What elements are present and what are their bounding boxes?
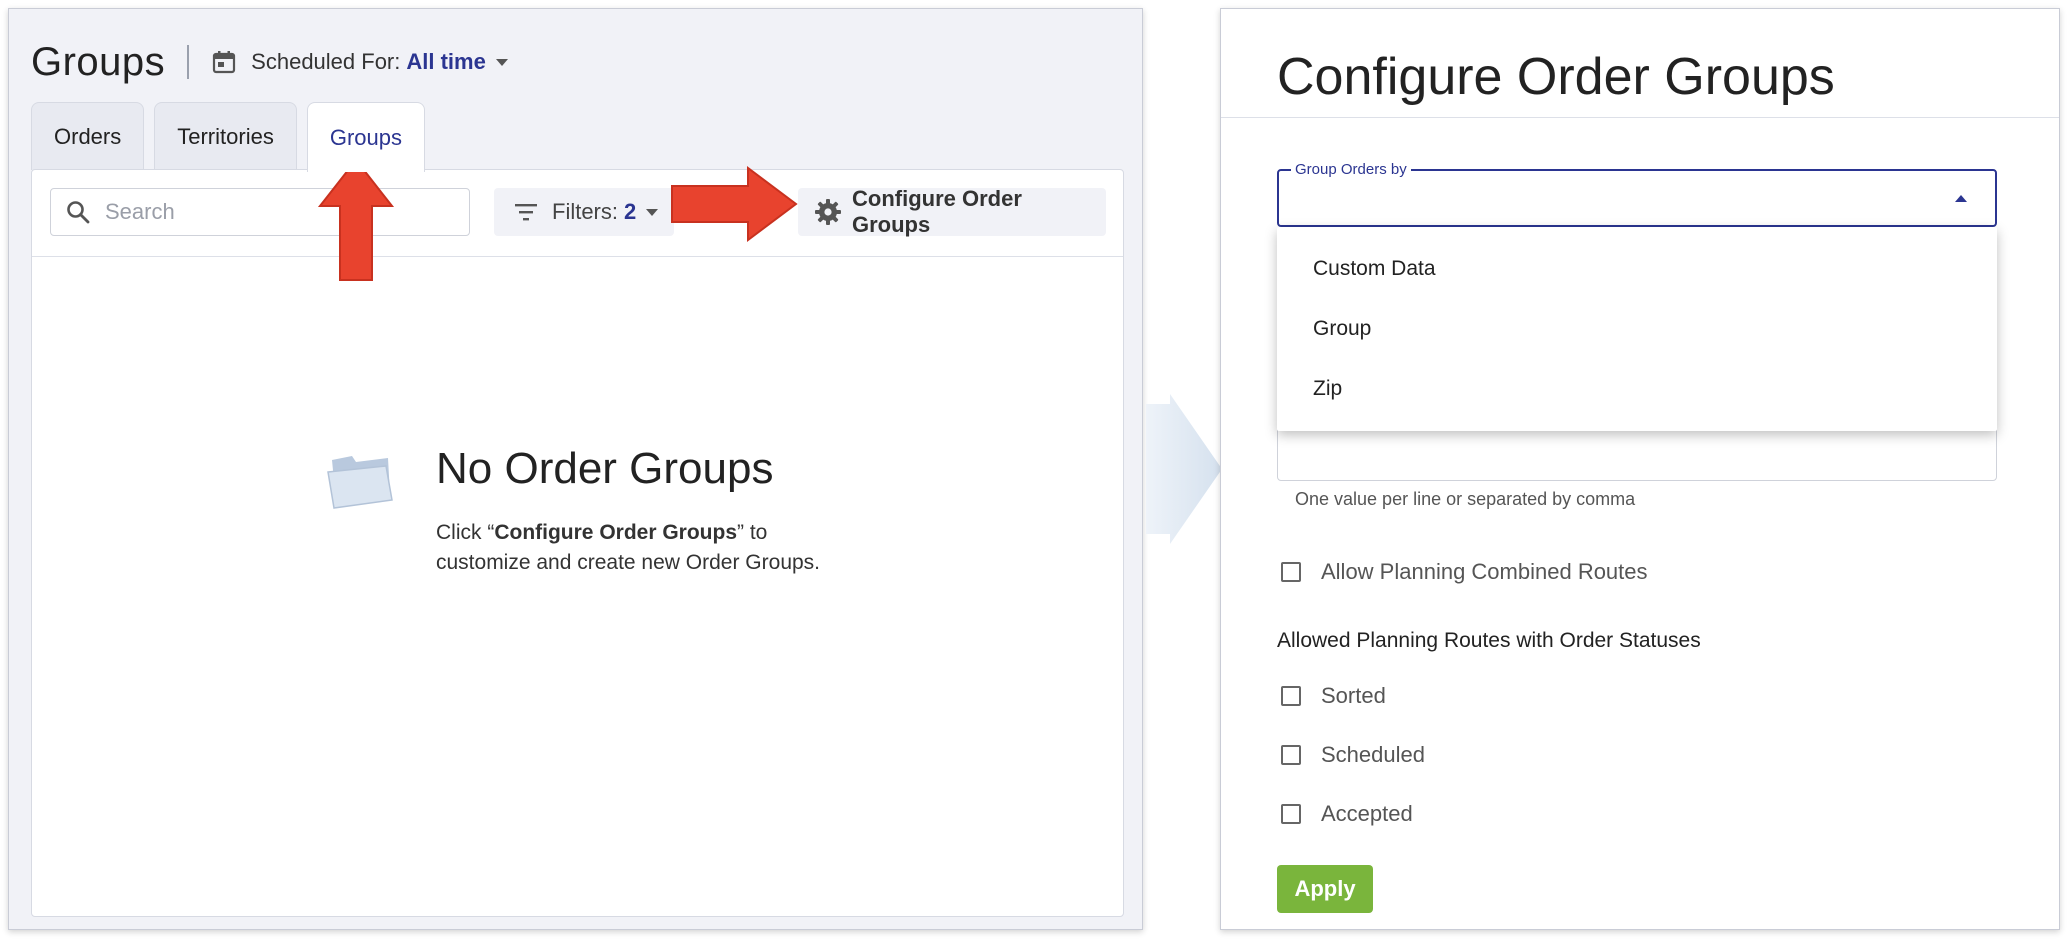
status-accepted-label: Accepted <box>1321 801 1413 826</box>
scheduled-for-label: Scheduled For: <box>251 49 401 74</box>
tab-groups[interactable]: Groups <box>306 102 425 172</box>
gear-icon <box>814 198 842 226</box>
chevron-down-icon <box>646 208 659 216</box>
empty-desc-prefix: Click “ <box>436 521 495 544</box>
group-orders-by-select[interactable]: Group Orders by <box>1277 161 1997 227</box>
search-box <box>50 188 470 236</box>
empty-desc-bold: Configure Order Groups <box>494 521 738 544</box>
apply-button[interactable]: Apply <box>1277 865 1373 913</box>
status-option-accepted[interactable]: Accepted <box>1281 801 1413 827</box>
search-icon <box>65 199 91 225</box>
groups-page: Groups Scheduled For: All time Orders Te… <box>8 8 1143 930</box>
dropdown-option-custom-data[interactable]: Custom Data <box>1277 239 1997 299</box>
chevron-down-icon <box>495 58 508 66</box>
configure-order-groups-panel: Configure Order Groups Group Orders by O… <box>1220 8 2060 930</box>
status-option-scheduled[interactable]: Scheduled <box>1281 742 1425 768</box>
empty-state-title: No Order Groups <box>436 444 774 493</box>
annotation-arrow-right <box>671 166 798 242</box>
panel-title: Configure Order Groups <box>1277 48 1835 106</box>
configure-order-groups-label: Configure Order Groups <box>852 186 1022 237</box>
dropdown-option-group[interactable]: Group <box>1277 299 1997 359</box>
tab-territories[interactable]: Territories <box>154 102 297 170</box>
calendar-icon <box>211 49 237 75</box>
allowed-statuses-heading: Allowed Planning Routes with Order Statu… <box>1277 629 1701 652</box>
filters-label: Filters: <box>552 199 618 224</box>
configure-order-groups-button[interactable]: Configure Order Groups <box>798 186 1106 237</box>
status-sorted-label: Sorted <box>1321 683 1386 708</box>
panel-divider <box>1221 117 2059 118</box>
empty-state-description: Click “Configure Order Groups” to custom… <box>436 518 866 578</box>
scheduled-for-value: All time <box>406 49 486 74</box>
status-accepted-checkbox[interactable] <box>1281 804 1301 824</box>
annotation-arrow-up <box>317 158 395 281</box>
transition-arrow <box>1146 394 1222 544</box>
tab-orders[interactable]: Orders <box>31 102 145 170</box>
group-orders-by-dropdown: Custom Data Group Zip <box>1277 227 1997 431</box>
tab-bar: Orders Territories Groups <box>31 102 435 172</box>
allow-combined-routes-label: Allow Planning Combined Routes <box>1321 559 1648 584</box>
page-title: Groups <box>31 39 166 84</box>
filter-icon <box>514 202 538 222</box>
header-divider <box>187 45 190 79</box>
status-option-sorted[interactable]: Sorted <box>1281 683 1386 709</box>
group-orders-by-label: Group Orders by <box>1291 161 1411 178</box>
toolbar: Filters: 2 <box>32 170 1123 257</box>
status-scheduled-label: Scheduled <box>1321 742 1425 767</box>
groups-content-card: Filters: 2 <box>31 169 1124 917</box>
dropdown-option-zip[interactable]: Zip <box>1277 359 1997 419</box>
allow-combined-routes-option[interactable]: Allow Planning Combined Routes <box>1281 559 1648 585</box>
values-hint: One value per line or separated by comma <box>1295 489 1636 509</box>
allow-combined-routes-checkbox[interactable] <box>1281 562 1301 582</box>
scheduled-for-dropdown[interactable]: Scheduled For: All time <box>211 49 508 75</box>
filters-count: 2 <box>624 199 637 224</box>
folder-icon <box>326 450 396 510</box>
chevron-up-icon <box>1955 195 1967 202</box>
filters-button[interactable]: Filters: 2 <box>494 188 674 236</box>
status-scheduled-checkbox[interactable] <box>1281 745 1301 765</box>
status-sorted-checkbox[interactable] <box>1281 686 1301 706</box>
page-header: Groups Scheduled For: All time <box>31 27 508 97</box>
